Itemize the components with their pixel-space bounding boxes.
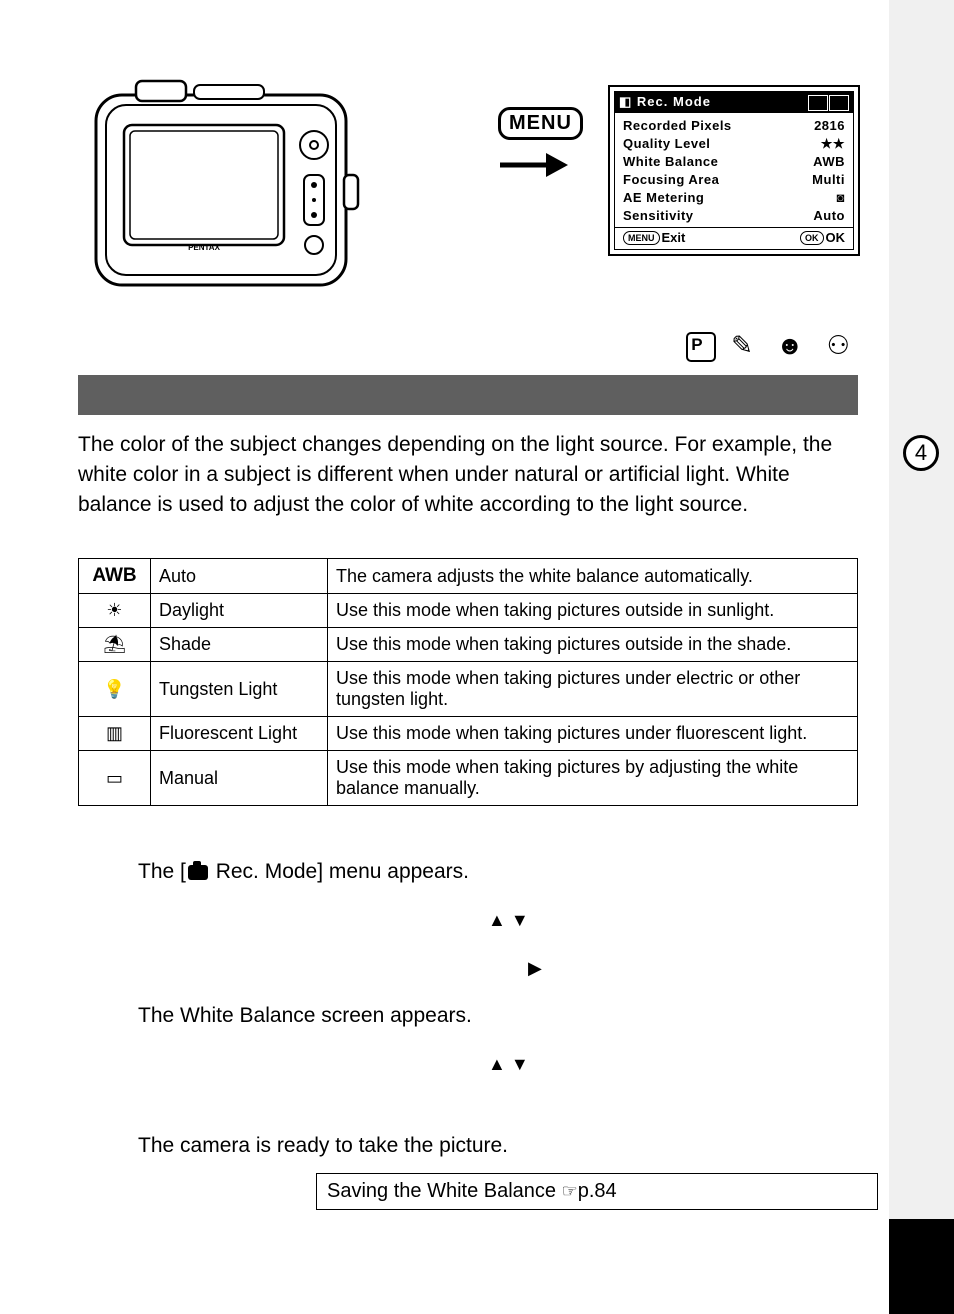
savebox-page: p.84	[578, 1180, 617, 1202]
camera-icon: ◧	[619, 94, 632, 109]
step-line: The [ Rec. Mode] menu appears.	[138, 855, 858, 889]
wb-desc: Use this mode when taking pictures under…	[328, 717, 858, 751]
lcd-label: Quality Level	[623, 135, 710, 153]
lcd-list: Recorded Pixels 2816 Quality Level ★★ Whit…	[615, 113, 853, 227]
p-mode-icon: P	[686, 332, 716, 362]
content-area: PENTAX MENU	[78, 45, 858, 325]
lcd-value: ★★	[821, 135, 845, 153]
spacer	[138, 1095, 858, 1115]
pointer-icon: ☞	[562, 1181, 578, 1201]
wb-name: Auto	[151, 559, 328, 594]
menu-pill-small: MENU	[623, 231, 660, 245]
lcd-foot-left-text: Exit	[662, 230, 686, 245]
wb-name: Daylight	[151, 594, 328, 628]
wb-desc: Use this mode when taking pictures outsi…	[328, 628, 858, 662]
lcd-row: Focusing Area Multi	[623, 171, 845, 189]
fluorescent-icon: ▥	[79, 717, 151, 751]
white-balance-table: AWB Auto The camera adjusts the white ba…	[78, 558, 858, 806]
table-row: AWB Auto The camera adjusts the white ba…	[79, 559, 858, 594]
step-text: Rec. Mode] menu appears.	[210, 860, 469, 883]
shade-icon: ⛱	[79, 628, 151, 662]
wb-name: Shade	[151, 628, 328, 662]
ok-pill-small: OK	[800, 231, 824, 245]
menu-pill: MENU	[498, 107, 583, 140]
table-row: 💡 Tungsten Light Use this mode when taki…	[79, 662, 858, 717]
margin-black	[889, 1219, 954, 1314]
awb-icon: AWB	[92, 565, 136, 586]
lcd-foot-right: OKOK	[800, 230, 845, 246]
step-line: ▶	[138, 951, 858, 985]
lcd-label: Sensitivity	[623, 207, 694, 225]
mode-other-icons: ✎ ☻ ⚇	[731, 330, 858, 360]
camera-illustration: PENTAX	[86, 75, 366, 310]
up-down-triangles-icon: ▲ ▼	[488, 1054, 529, 1074]
camera-icon	[188, 865, 208, 880]
lcd-inner: ◧ Rec. Mode Recorded Pixels 2816 Quality …	[614, 91, 854, 250]
wb-name: Manual	[151, 751, 328, 806]
lcd-row: Recorded Pixels 2816	[623, 117, 845, 135]
wb-desc: The camera adjusts the white balance aut…	[328, 559, 858, 594]
section-heading-bar	[78, 375, 858, 415]
arrow-icon	[498, 145, 568, 185]
lcd-value: AWB	[813, 153, 845, 171]
up-down-triangles-icon: ▲ ▼	[488, 910, 529, 930]
lcd-value: Auto	[813, 207, 845, 225]
page: 4 PENTAX	[0, 0, 954, 1314]
step-line: The camera is ready to take the picture.	[138, 1129, 858, 1163]
lcd-foot-right-text: OK	[826, 230, 846, 245]
lcd-row: Quality Level ★★	[623, 135, 845, 153]
chapter-tab: 4	[903, 435, 939, 471]
lcd-value: ◙	[837, 189, 845, 207]
lcd-title: ◧ Rec. Mode	[619, 94, 711, 110]
savebox-text: Saving the White Balance	[327, 1180, 562, 1202]
lcd-value: 2816	[814, 117, 845, 135]
lcd-value: Multi	[812, 171, 845, 189]
table-row: ⛱ Shade Use this mode when taking pictur…	[79, 628, 858, 662]
menu-button: MENU	[498, 107, 583, 140]
lcd-row: AE Metering ◙	[623, 189, 845, 207]
lcd-label: Focusing Area	[623, 171, 719, 189]
lcd-screen: ◧ Rec. Mode Recorded Pixels 2816 Quality …	[608, 85, 860, 256]
wb-name: Tungsten Light	[151, 662, 328, 717]
lcd-row: White Balance AWB	[623, 153, 845, 171]
daylight-icon: ☀	[79, 594, 151, 628]
lcd-label: AE Metering	[623, 189, 704, 207]
tab-number: 4	[903, 435, 939, 471]
lcd-title-bar: ◧ Rec. Mode	[615, 92, 853, 113]
step-line: ▲ ▼	[138, 1047, 858, 1081]
wb-desc: Use this mode when taking pictures by ad…	[328, 751, 858, 806]
lcd-row: Sensitivity Auto	[623, 207, 845, 225]
lcd-label: Recorded Pixels	[623, 117, 732, 135]
step-line: ▲ ▼	[138, 903, 858, 937]
wb-name: Fluorescent Light	[151, 717, 328, 751]
step-text: The [	[138, 860, 186, 883]
table-row: ▭ Manual Use this mode when taking pictu…	[79, 751, 858, 806]
manual-icon: ▭	[79, 751, 151, 806]
lcd-tabs-icons	[807, 94, 849, 111]
margin-strip: 4	[889, 0, 954, 1314]
wb-desc: Use this mode when taking pictures outsi…	[328, 594, 858, 628]
table-row: ☀ Daylight Use this mode when taking pic…	[79, 594, 858, 628]
svg-text:PENTAX: PENTAX	[188, 243, 221, 252]
lcd-label: White Balance	[623, 153, 718, 171]
mode-icons-row: P ✎ ☻ ⚇	[686, 330, 858, 362]
lcd-footer: MENUExit OKOK	[615, 227, 853, 250]
tungsten-icon: 💡	[79, 662, 151, 717]
step-line: The White Balance screen appears.	[138, 999, 858, 1033]
intro-paragraph: The color of the subject changes dependi…	[78, 430, 858, 520]
lcd-title-text: Rec. Mode	[637, 94, 711, 109]
right-triangle-icon: ▶	[528, 958, 542, 978]
wb-desc: Use this mode when taking pictures under…	[328, 662, 858, 717]
table-row: ▥ Fluorescent Light Use this mode when t…	[79, 717, 858, 751]
lcd-foot-left: MENUExit	[623, 230, 685, 246]
saving-reference-box: Saving the White Balance ☞p.84	[316, 1173, 878, 1210]
steps-block: The [ Rec. Mode] menu appears. ▲ ▼ ▶ The…	[138, 855, 858, 1177]
top-illustration: PENTAX MENU	[78, 45, 858, 325]
